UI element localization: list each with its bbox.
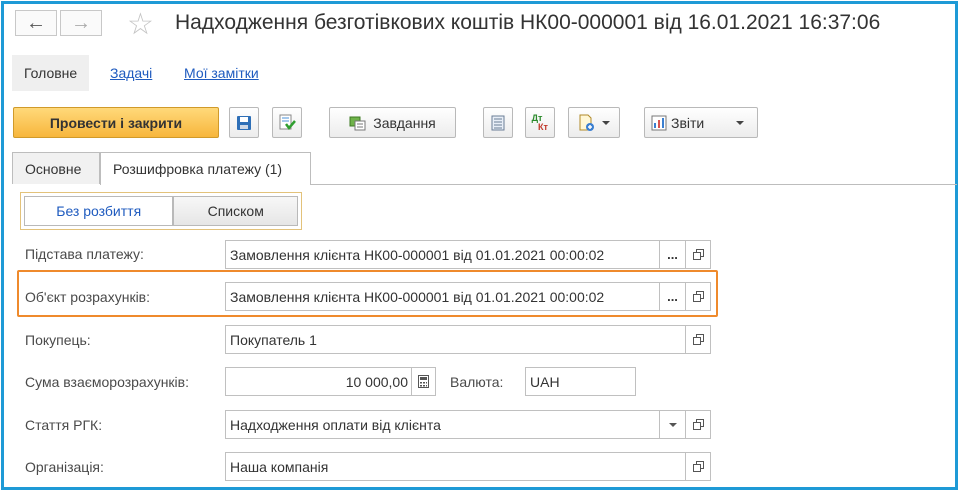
window-title: Надходження безготівкових коштів НК00-00…: [175, 11, 881, 34]
cash-flow-item-open-button[interactable]: [685, 410, 711, 439]
create-based-on-icon: [579, 114, 594, 131]
list-option[interactable]: Списком: [173, 196, 298, 226]
cash-flow-item-dropdown-button[interactable]: [659, 411, 685, 438]
report-icon: [651, 115, 667, 130]
journal-button[interactable]: [483, 107, 513, 138]
open-icon: [692, 291, 704, 302]
cash-flow-item-label: Стаття РГК:: [25, 417, 103, 433]
currency-label: Валюта:: [450, 374, 504, 390]
list-icon: [491, 115, 505, 130]
reports-button[interactable]: Звіти: [644, 107, 758, 138]
settlement-object-value: Замовлення клієнта НК00-000001 від 01.01…: [230, 288, 605, 305]
cash-flow-item-value: Надходження оплати від клієнта: [230, 416, 441, 433]
settlement-object-field[interactable]: Замовлення клієнта НК00-000001 від 01.01…: [225, 282, 686, 311]
calculator-icon: [418, 375, 429, 388]
settlement-amount-label: Сума взаєморозрахунків:: [25, 374, 189, 390]
tab-divider: [311, 184, 957, 185]
chevron-down-icon: [602, 120, 610, 125]
tab-main[interactable]: Головне: [12, 55, 90, 91]
forward-button[interactable]: →: [60, 10, 102, 36]
organization-open-button[interactable]: [685, 452, 711, 481]
currency-field[interactable]: UAH: [525, 367, 636, 396]
save-button[interactable]: [229, 107, 259, 138]
open-icon: [692, 461, 704, 472]
task-icon: [349, 116, 366, 130]
settlement-object-select-button[interactable]: ...: [659, 283, 685, 310]
arrow-right-icon: →: [71, 11, 91, 34]
open-icon: [692, 334, 704, 345]
payment-basis-value: Замовлення клієнта НК00-000001 від 01.01…: [230, 246, 605, 263]
payment-basis-label: Підстава платежу:: [25, 246, 144, 262]
settlement-amount-value: 10 000,00: [345, 373, 408, 390]
reports-button-label: Звіти: [671, 114, 705, 131]
kt-label: Кт: [538, 121, 548, 132]
settlement-object-open-button[interactable]: [685, 282, 711, 311]
post-document-icon: [279, 114, 296, 130]
tasks-button-label: Завдання: [373, 114, 436, 131]
settlement-amount-field[interactable]: 10 000,00: [225, 367, 436, 396]
currency-value: UAH: [530, 373, 560, 390]
chevron-down-icon: [668, 422, 677, 427]
cash-flow-item-field[interactable]: Надходження оплати від клієнта: [225, 410, 686, 439]
back-button[interactable]: ←: [15, 10, 57, 36]
tab-payment-breakdown[interactable]: Розшифровка платежу (1): [100, 152, 311, 185]
post-and-close-button[interactable]: Провести і закрити: [13, 107, 219, 138]
view-switch: Без розбиття Списком: [20, 192, 302, 230]
open-icon: [692, 419, 704, 430]
calculator-button[interactable]: [411, 368, 435, 395]
payment-basis-select-button[interactable]: ...: [659, 241, 685, 268]
buyer-field[interactable]: Покупатель 1: [225, 325, 686, 354]
settlement-object-label: Об'єкт розрахунків:: [25, 289, 151, 305]
chevron-down-icon: [736, 120, 745, 125]
organization-label: Організація:: [25, 459, 104, 475]
tab-basic[interactable]: Основне: [12, 152, 100, 184]
buyer-value: Покупатель 1: [230, 331, 317, 348]
tab-main-label: Головне: [24, 65, 78, 81]
no-split-option[interactable]: Без розбиття: [24, 196, 174, 226]
open-icon: [692, 249, 704, 260]
payment-basis-field[interactable]: Замовлення клієнта НК00-000001 від 01.01…: [225, 240, 686, 269]
organization-value: Наша компанія: [230, 458, 329, 475]
favorite-star-icon[interactable]: ☆: [127, 7, 154, 42]
payment-basis-open-button[interactable]: [685, 240, 711, 269]
tab-my-notes[interactable]: Мої замітки: [184, 55, 259, 91]
tab-tasks[interactable]: Задачі: [110, 55, 152, 91]
post-button[interactable]: [272, 107, 302, 138]
create-based-on-button[interactable]: [568, 107, 620, 138]
buyer-label: Покупець:: [25, 332, 91, 348]
dt-kt-button[interactable]: Дт Кт: [525, 107, 555, 138]
save-icon: [237, 115, 251, 130]
organization-field[interactable]: Наша компанія: [225, 452, 686, 481]
arrow-left-icon: ←: [26, 11, 46, 34]
tasks-button[interactable]: Завдання: [329, 107, 456, 138]
buyer-open-button[interactable]: [685, 325, 711, 354]
